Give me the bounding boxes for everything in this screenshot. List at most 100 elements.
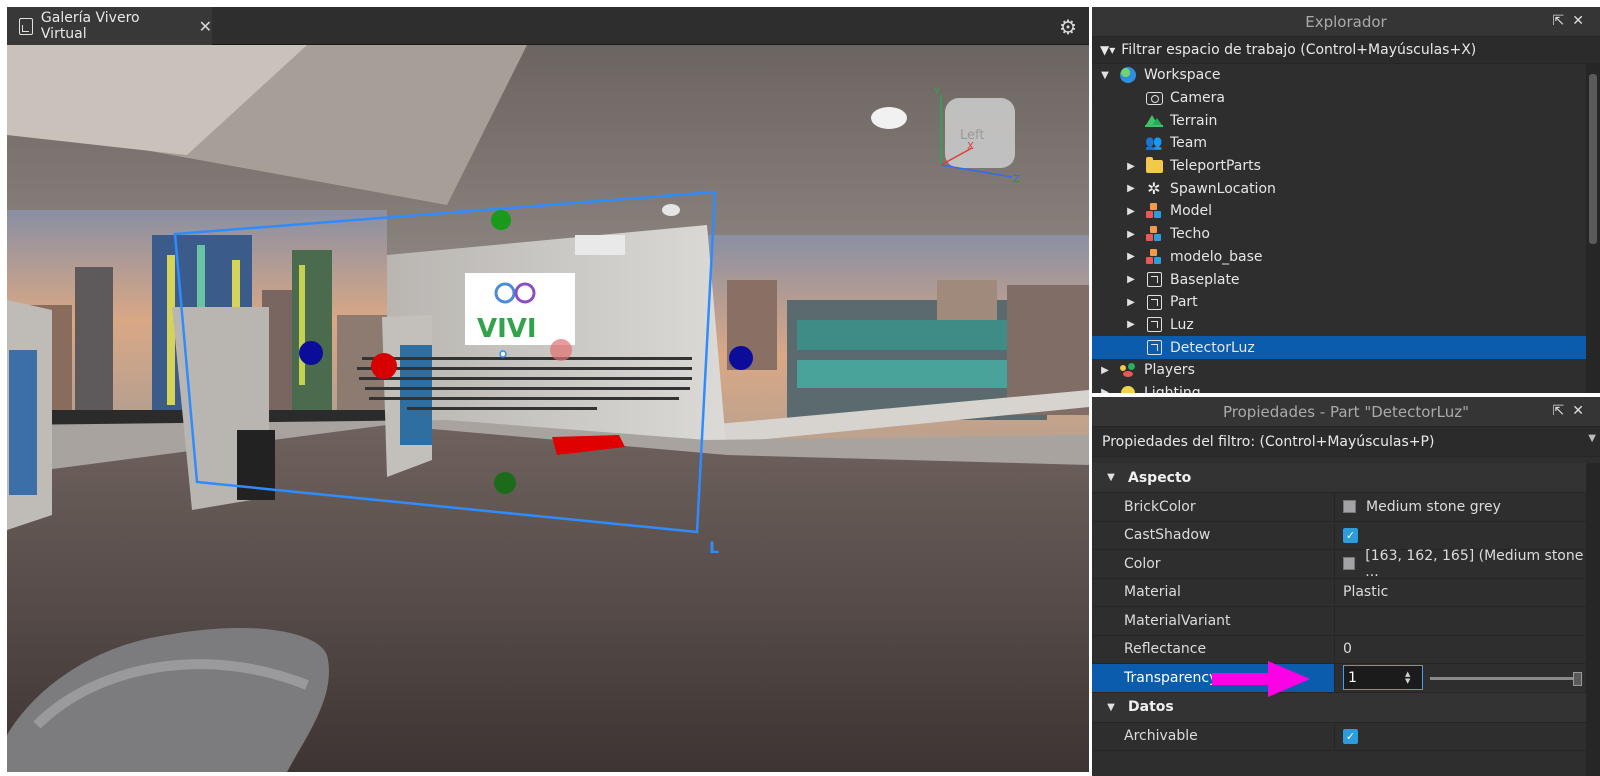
prop-value[interactable]: Plastic xyxy=(1335,579,1586,607)
part-icon xyxy=(1144,339,1164,357)
properties-filter-input[interactable]: Propiedades del filtro: (Control+Mayúscu… xyxy=(1102,434,1434,450)
tree-item-teleportparts[interactable]: ▶ TeleportParts xyxy=(1092,155,1586,178)
red-sphere xyxy=(371,353,397,379)
tree-item-spawnlocation[interactable]: ▶ ✲ SpawnLocation xyxy=(1092,177,1586,200)
prop-row-color[interactable]: Color [163, 162, 165] (Medium stone ... xyxy=(1092,548,1586,580)
globe-icon xyxy=(1118,66,1138,84)
prop-value[interactable]: ▲▼ xyxy=(1335,664,1586,692)
prop-value-text: Medium stone grey xyxy=(1366,498,1501,515)
collapse-arrow-icon[interactable]: ▼ xyxy=(1104,702,1118,713)
close-icon[interactable]: ✕ xyxy=(1572,13,1592,29)
expand-arrow-icon[interactable]: ▶ xyxy=(1124,206,1138,217)
close-icon[interactable]: ✕ xyxy=(1572,403,1592,419)
properties-panel: Propiedades - Part "DetectorLuz" ⇱✕ Prop… xyxy=(1092,397,1600,776)
part-icon xyxy=(1144,271,1164,289)
prop-row-reflectance[interactable]: Reflectance 0 xyxy=(1092,635,1586,664)
prop-value[interactable]: 0 xyxy=(1335,636,1586,664)
tree-item-players[interactable]: ▶ Players xyxy=(1092,359,1586,382)
tree-item-techo[interactable]: ▶ Techo xyxy=(1092,223,1586,246)
spinner-arrows-icon[interactable]: ▲ ▼ xyxy=(1405,671,1410,685)
tree-item-terrain[interactable]: Terrain xyxy=(1092,109,1586,132)
tree-item-modelo-base[interactable]: ▶ modelo_base xyxy=(1092,246,1586,269)
tree-item-lighting[interactable]: ▶ Lighting xyxy=(1092,382,1586,393)
tree-item-baseplate[interactable]: ▶ Baseplate xyxy=(1092,268,1586,291)
tree-item-label: Team xyxy=(1170,135,1208,152)
prop-name: CastShadow xyxy=(1092,521,1335,549)
3d-scene-view[interactable]: VIVI L Left Y X Z xyxy=(7,45,1089,772)
transparency-input[interactable] xyxy=(1343,665,1423,691)
tree-item-label: Luz xyxy=(1170,316,1194,333)
prop-row-castshadow[interactable]: CastShadow ✓ xyxy=(1092,521,1586,550)
prop-value[interactable]: ✓ xyxy=(1335,522,1586,550)
prop-row-brickcolor[interactable]: BrickColor Medium stone grey xyxy=(1092,493,1586,522)
prop-value[interactable]: ✓ xyxy=(1335,723,1586,751)
expand-arrow-icon[interactable]: ▶ xyxy=(1124,319,1138,330)
tree-item-luz[interactable]: ▶ Luz xyxy=(1092,314,1586,337)
prop-name: Color xyxy=(1092,550,1335,578)
transparency-slider[interactable] xyxy=(1430,677,1576,680)
tree-item-part[interactable]: ▶ Part xyxy=(1092,291,1586,314)
expand-arrow-icon[interactable]: ▶ xyxy=(1124,183,1138,194)
tree-item-label: Camera xyxy=(1170,90,1225,107)
prop-value[interactable]: [163, 162, 165] (Medium stone ... xyxy=(1335,548,1586,580)
prop-row-archivable[interactable]: Archivable ✓ xyxy=(1092,722,1586,751)
ceiling-lamp xyxy=(871,107,907,129)
part-icon xyxy=(1144,316,1164,334)
explorer-filter[interactable]: ▼▾ Filtrar espacio de trabajo (Control+M… xyxy=(1092,37,1600,64)
collapse-arrow-icon[interactable]: ▼ xyxy=(1098,70,1112,81)
prop-name: Reflectance xyxy=(1092,635,1335,663)
model-icon xyxy=(1144,202,1164,220)
explorer-scrollbar[interactable] xyxy=(1586,64,1600,393)
expand-arrow-icon[interactable]: ▶ xyxy=(1124,161,1138,172)
color-swatch[interactable] xyxy=(1343,500,1356,514)
tab-galeria-vivero-virtual[interactable]: Galería Vivero Virtual ✕ xyxy=(7,7,212,45)
gear-icon[interactable]: ⚙ xyxy=(1059,15,1077,39)
tree-item-label: Lighting xyxy=(1144,384,1201,393)
expand-arrow-icon[interactable]: ▶ xyxy=(1124,251,1138,262)
vivi-sign-text: VIVI xyxy=(477,314,537,344)
tree-item-label: Baseplate xyxy=(1170,271,1240,288)
section-label: Datos xyxy=(1128,699,1174,715)
properties-scrollbar[interactable] xyxy=(1586,463,1600,776)
prop-name: BrickColor xyxy=(1092,493,1335,521)
expand-arrow-icon[interactable]: ▶ xyxy=(1098,387,1112,393)
section-aspecto[interactable]: ▼ Aspecto xyxy=(1092,463,1586,493)
camera-icon xyxy=(1144,89,1164,107)
castshadow-checkbox[interactable]: ✓ xyxy=(1343,527,1358,543)
undock-icon[interactable]: ⇱ xyxy=(1553,13,1573,29)
tree-item-label: Workspace xyxy=(1144,67,1221,84)
filter-icon[interactable]: ▼▾ xyxy=(1100,43,1115,57)
tree-item-label: modelo_base xyxy=(1170,248,1263,265)
prop-row-materialvariant[interactable]: MaterialVariant xyxy=(1092,607,1586,636)
selection-label: L xyxy=(709,538,719,557)
section-datos[interactable]: ▼ Datos xyxy=(1092,692,1586,723)
tree-item-camera[interactable]: Camera xyxy=(1092,87,1586,110)
prop-value[interactable] xyxy=(1335,607,1586,635)
prop-value-text: 0 xyxy=(1343,641,1352,658)
tree-item-team[interactable]: 👥 Team xyxy=(1092,132,1586,155)
archivable-checkbox[interactable]: ✓ xyxy=(1343,728,1358,744)
properties-filter[interactable]: Propiedades del filtro: (Control+Mayúscu… xyxy=(1092,427,1600,457)
prop-row-material[interactable]: Material Plastic xyxy=(1092,578,1586,607)
slider-thumb[interactable] xyxy=(1573,672,1582,686)
explorer-title-bar: Explorador ⇱✕ xyxy=(1092,7,1600,37)
properties-title: Propiedades - Part "DetectorLuz" xyxy=(1223,402,1469,421)
tree-item-detectorluz[interactable]: DetectorLuz xyxy=(1092,336,1586,359)
undock-icon[interactable]: ⇱ xyxy=(1553,403,1573,419)
expand-arrow-icon[interactable]: ▶ xyxy=(1124,274,1138,285)
tree-item-model[interactable]: ▶ Model xyxy=(1092,200,1586,223)
explorer-filter-input[interactable]: Filtrar espacio de trabajo (Control+Mayú… xyxy=(1121,42,1476,58)
prop-row-transparency[interactable]: Transparency ▲▼ xyxy=(1092,664,1586,693)
expand-arrow-icon[interactable]: ▶ xyxy=(1098,365,1112,376)
prop-value[interactable]: Medium stone grey xyxy=(1335,493,1586,521)
expand-arrow-icon[interactable]: ▶ xyxy=(1124,297,1138,308)
players-icon xyxy=(1118,361,1138,379)
expand-arrow-icon[interactable]: ▶ xyxy=(1124,229,1138,240)
tree-item-workspace[interactable]: ▼ Workspace xyxy=(1092,64,1586,87)
chevron-down-icon[interactable]: ▼ xyxy=(1588,433,1596,444)
close-icon[interactable]: ✕ xyxy=(199,17,212,36)
collapse-arrow-icon[interactable]: ▼ xyxy=(1104,472,1118,483)
scrollbar-thumb[interactable] xyxy=(1589,74,1597,244)
explorer-tree: ▼ Workspace Camera Terrain 👥 Team ▶ Tele… xyxy=(1092,64,1586,393)
color-swatch[interactable] xyxy=(1343,557,1356,571)
